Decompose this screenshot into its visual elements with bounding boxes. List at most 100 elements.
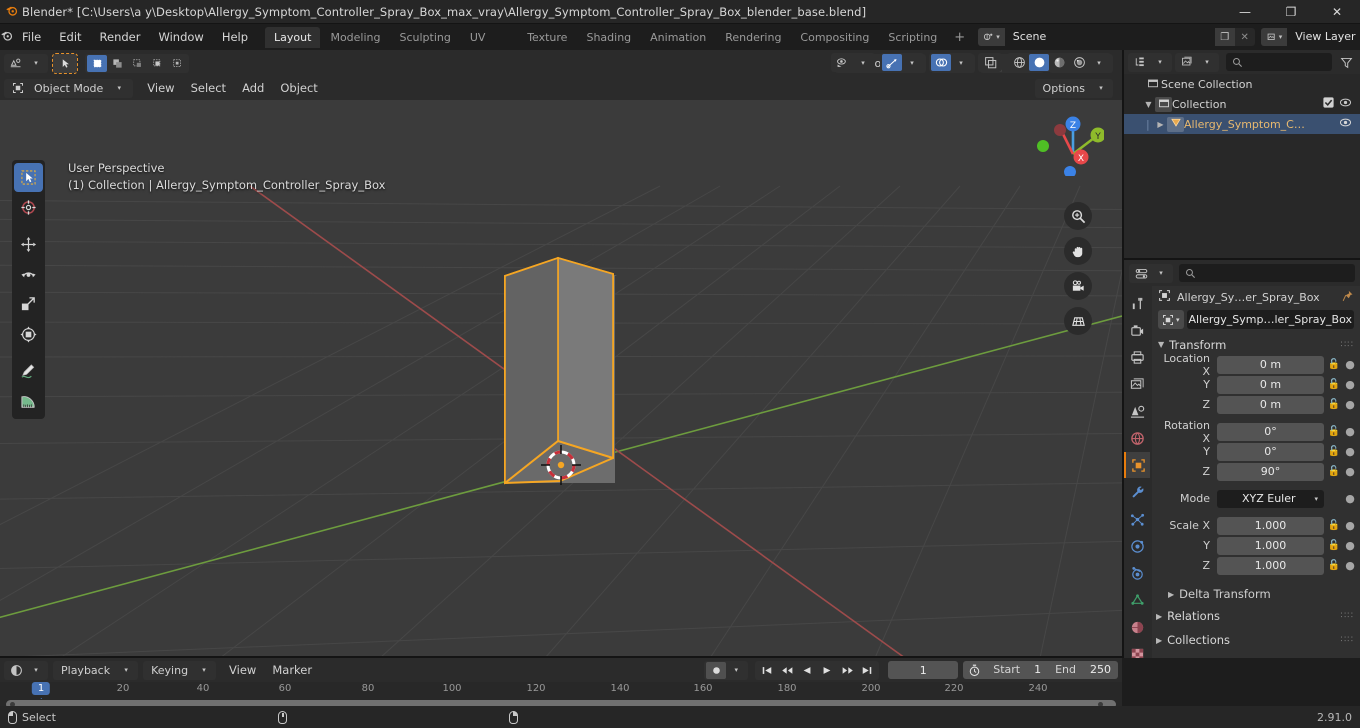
- editor-type-group[interactable]: ▾: [4, 53, 48, 73]
- viewport-canvas[interactable]: User Perspective (1) Collection | Allerg…: [0, 100, 1122, 658]
- transform-tool[interactable]: [14, 320, 43, 349]
- properties-search-input[interactable]: [1179, 264, 1355, 282]
- object-type-dropdown[interactable]: ▾: [1158, 310, 1184, 329]
- object-visibility-eye-icon[interactable]: [1336, 117, 1354, 131]
- visibility-chevron-icon[interactable]: ▾: [853, 54, 873, 71]
- properties-tab-world[interactable]: [1124, 425, 1150, 451]
- lock-icon[interactable]: 🔓: [1327, 379, 1341, 390]
- relations-panel-header[interactable]: ▶ Relations ∷∷: [1152, 604, 1360, 628]
- tab-shading[interactable]: Shading: [577, 27, 640, 48]
- view-layer-name[interactable]: View Layer: [1287, 28, 1360, 46]
- properties-tab-data[interactable]: [1124, 587, 1150, 613]
- tab-uv-editing[interactable]: UV Editing: [461, 27, 517, 65]
- properties-tab-scene[interactable]: [1124, 398, 1150, 424]
- navigation-gizmo[interactable]: Z Y X: [1032, 104, 1104, 176]
- properties-tab-render[interactable]: [1124, 317, 1150, 343]
- location-x-field[interactable]: 0 m: [1217, 355, 1324, 374]
- properties-panel[interactable]: ▾ Allergy_Sy…er_Spray_Box ▾ Allergy_Symp…: [1124, 260, 1360, 658]
- overlays-group[interactable]: ▾: [929, 53, 973, 72]
- timeline-menu-view[interactable]: View: [221, 661, 264, 680]
- new-scene-button[interactable]: ❐: [1214, 28, 1235, 46]
- toggle-perspective-icon[interactable]: [1064, 307, 1092, 335]
- outliner-row-object[interactable]: | ▶ Allergy_Symptom_C…: [1124, 114, 1360, 134]
- relations-triangle-icon[interactable]: ▶: [1156, 612, 1162, 621]
- properties-tab-strip[interactable]: [1124, 286, 1152, 658]
- tab-rendering[interactable]: Rendering: [716, 27, 790, 48]
- jump-to-end-icon[interactable]: [857, 662, 877, 679]
- properties-editor-chevron-icon[interactable]: ▾: [1151, 265, 1171, 282]
- view-layer-selector[interactable]: ▾ View Layer ❐ ✕: [1260, 28, 1360, 46]
- tab-compositing[interactable]: Compositing: [791, 27, 878, 48]
- keying-dropdown[interactable]: Keying ▾: [143, 660, 217, 680]
- rotation-y-field[interactable]: 0°: [1217, 442, 1324, 461]
- tweak-select-icon[interactable]: [55, 55, 75, 72]
- scale-y-field[interactable]: 1.000: [1217, 536, 1324, 555]
- scene-icon[interactable]: ▾: [978, 28, 1005, 46]
- viewport-menu-object[interactable]: Object: [272, 79, 325, 98]
- properties-tab-object[interactable]: [1124, 452, 1150, 478]
- gizmo-group[interactable]: ▾: [880, 53, 924, 72]
- viewport-3d[interactable]: ▾ Object Mode ▾ View Select Add Object O…: [0, 50, 1122, 658]
- lock-icon[interactable]: 🔓: [1327, 426, 1341, 437]
- measure-tool[interactable]: [14, 387, 43, 416]
- auto-keying-group[interactable]: ▾: [704, 660, 749, 680]
- object-expand-triangle-icon[interactable]: ▶: [1154, 120, 1167, 129]
- pan-hand-icon[interactable]: [1064, 237, 1092, 265]
- animate-property-dot[interactable]: ●: [1344, 492, 1356, 505]
- animate-property-dot[interactable]: ●: [1344, 539, 1356, 552]
- select-mode-extend-icon[interactable]: [107, 55, 127, 72]
- viewport-menu-add[interactable]: Add: [234, 79, 272, 98]
- shading-modes-group[interactable]: ▾: [1007, 53, 1111, 72]
- viewport-menu-view[interactable]: View: [139, 79, 182, 98]
- options-label[interactable]: Options: [1037, 82, 1091, 95]
- gizmo-chevron-icon[interactable]: ▾: [902, 54, 922, 71]
- add-workspace-button[interactable]: +: [947, 30, 972, 45]
- properties-tab-constraints[interactable]: [1124, 560, 1150, 586]
- properties-tab-particles[interactable]: [1124, 506, 1150, 532]
- delta-transform-triangle-icon[interactable]: ▶: [1168, 590, 1174, 599]
- editor-type-icon[interactable]: [6, 55, 26, 72]
- horizontal-divider-right[interactable]: [1124, 258, 1360, 260]
- menu-window[interactable]: Window: [149, 28, 212, 46]
- menu-file[interactable]: File: [13, 28, 50, 46]
- start-frame-value[interactable]: 1: [1027, 661, 1048, 679]
- scale-tool[interactable]: [14, 290, 43, 319]
- properties-tab-output[interactable]: [1124, 344, 1150, 370]
- mode-chevron-icon[interactable]: ▾: [109, 80, 129, 97]
- collection-expand-triangle-icon[interactable]: ▼: [1142, 100, 1155, 109]
- animate-property-dot[interactable]: ●: [1344, 398, 1356, 411]
- animate-property-dot[interactable]: ●: [1344, 519, 1356, 532]
- tab-animation[interactable]: Animation: [641, 27, 715, 48]
- timeline-ruler[interactable]: 20 40 60 80 100 120 140 160 180 200 220 …: [0, 682, 1122, 699]
- show-hide-icon[interactable]: [833, 54, 853, 71]
- lock-icon[interactable]: 🔓: [1327, 520, 1341, 531]
- visibility-group[interactable]: ▾: [831, 53, 875, 72]
- playback-label[interactable]: Playback: [55, 664, 116, 677]
- properties-tab-tool[interactable]: [1124, 290, 1150, 316]
- lock-icon[interactable]: 🔓: [1327, 540, 1341, 551]
- record-icon[interactable]: [706, 661, 727, 679]
- outliner-filter-chevron-icon[interactable]: ▾: [1197, 54, 1217, 71]
- blender-menu-icon[interactable]: [0, 29, 13, 45]
- select-mode-subtract-icon[interactable]: [127, 55, 147, 72]
- properties-tab-view-layer[interactable]: [1124, 371, 1150, 397]
- jump-to-start-icon[interactable]: [757, 662, 777, 679]
- select-mode-group[interactable]: [85, 53, 189, 73]
- select-mode-invert-icon[interactable]: [147, 55, 167, 72]
- animate-property-dot[interactable]: ●: [1344, 378, 1356, 391]
- collections-panel-header[interactable]: ▶ Collections ∷∷: [1152, 628, 1360, 652]
- select-mode-intersect-icon[interactable]: [167, 55, 187, 72]
- animate-property-dot[interactable]: ●: [1344, 465, 1356, 478]
- lock-icon[interactable]: 🔓: [1327, 446, 1341, 457]
- collection-visibility-eye-icon[interactable]: [1336, 97, 1354, 111]
- overlays-chevron-icon[interactable]: ▾: [951, 54, 971, 71]
- end-frame-value[interactable]: 250: [1083, 661, 1118, 679]
- rotation-x-field[interactable]: 0°: [1217, 422, 1324, 441]
- scale-x-field[interactable]: 1.000: [1217, 516, 1324, 535]
- view-layer-icon[interactable]: ▾: [1260, 28, 1288, 46]
- auto-keying-chevron-icon[interactable]: ▾: [726, 662, 746, 679]
- options-chevron-icon[interactable]: ▾: [1091, 80, 1111, 97]
- close-button[interactable]: ✕: [1314, 0, 1360, 24]
- lock-icon[interactable]: 🔓: [1327, 359, 1341, 370]
- frame-range-group[interactable]: Start 1 End 250: [963, 661, 1118, 679]
